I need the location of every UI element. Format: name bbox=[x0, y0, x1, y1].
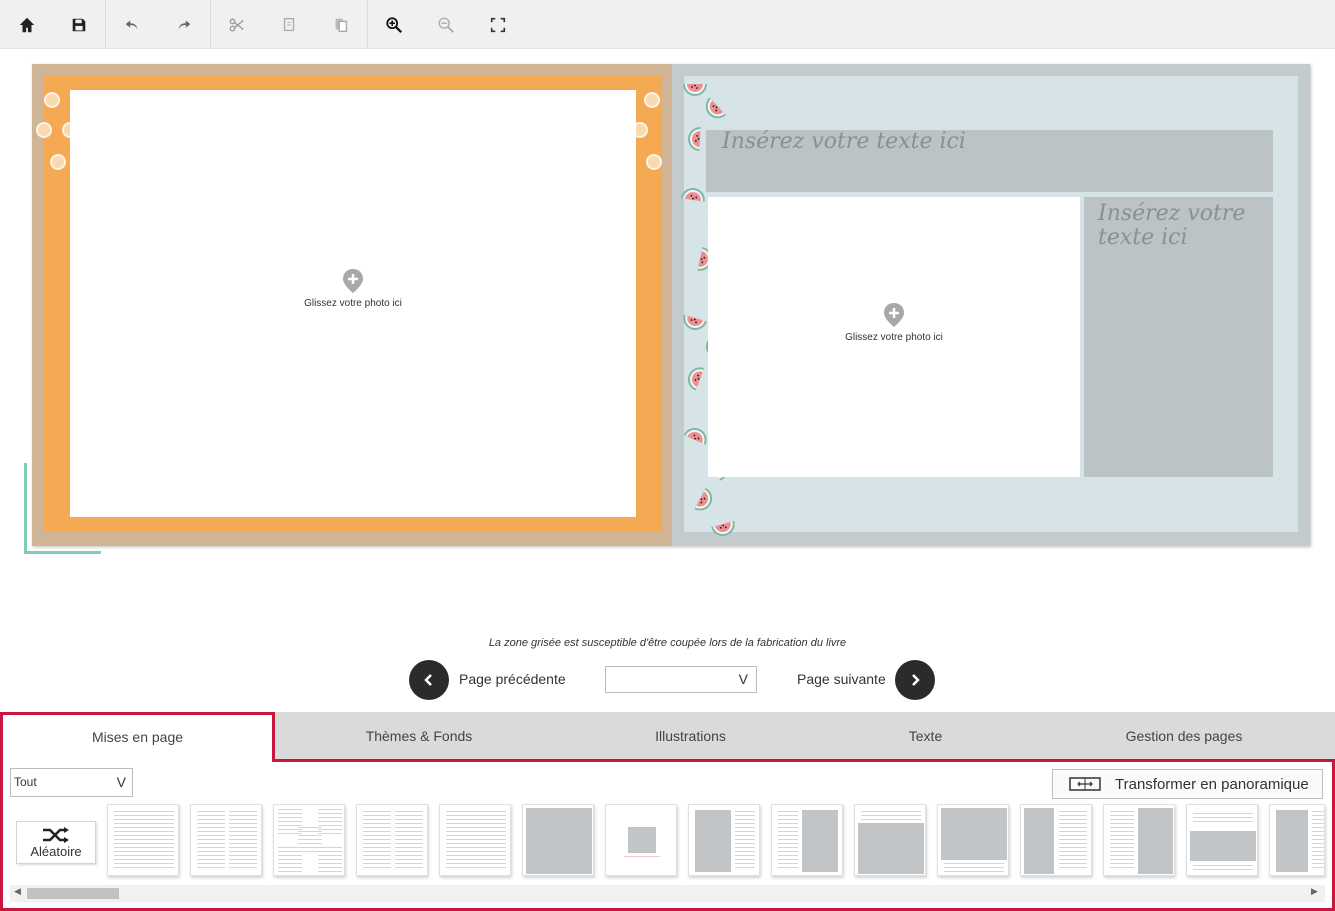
layout-thumbnail[interactable] bbox=[439, 804, 511, 876]
chevron-left-icon bbox=[424, 674, 432, 686]
tab-layouts[interactable]: Mises en page bbox=[0, 712, 275, 759]
layout-thumbnail[interactable] bbox=[1103, 804, 1175, 876]
layout-thumbnail[interactable] bbox=[273, 804, 345, 876]
panorama-button[interactable]: Transformer en panoramique bbox=[1052, 769, 1323, 799]
top-text-zone[interactable]: Insérez votre texte ici bbox=[706, 130, 1273, 192]
side-text-zone[interactable]: Insérez votre texte ici bbox=[1084, 197, 1273, 477]
scroll-left-icon[interactable]: ◀ bbox=[14, 886, 21, 897]
next-page-label[interactable]: Page suivante bbox=[797, 671, 886, 687]
watermelon-decoration bbox=[711, 520, 735, 537]
next-page-button[interactable] bbox=[895, 660, 935, 700]
left-photo-hint-text: Glissez votre photo ici bbox=[304, 298, 402, 309]
watermelon-decoration bbox=[683, 314, 707, 331]
chevron-down-icon: V bbox=[738, 671, 748, 687]
crop-notice: La zone grisée est susceptible d'être co… bbox=[488, 637, 847, 649]
copy-icon bbox=[283, 17, 295, 31]
tab-themes[interactable]: Thèmes & Fonds bbox=[275, 712, 563, 759]
toolbar bbox=[0, 0, 1335, 49]
layout-thumbnail[interactable] bbox=[356, 804, 428, 876]
zoom-in-button[interactable] bbox=[368, 0, 420, 49]
scroll-right-icon[interactable]: ▶ bbox=[1311, 886, 1318, 897]
top-text-placeholder: Insérez votre texte ici bbox=[722, 129, 966, 154]
fullscreen-button[interactable] bbox=[472, 0, 524, 49]
layout-thumbnail[interactable] bbox=[107, 804, 179, 876]
corner-crop-mark bbox=[24, 463, 101, 554]
layout-filter-select[interactable]: Tout V bbox=[10, 768, 133, 797]
redo-icon bbox=[178, 20, 191, 29]
chevron-right-icon bbox=[912, 674, 920, 686]
random-label: Aléatoire bbox=[30, 844, 82, 859]
thumbnail-scrollbar[interactable] bbox=[10, 885, 1325, 902]
undo-icon bbox=[125, 20, 138, 29]
prev-page-label[interactable]: Page précédente bbox=[459, 671, 566, 687]
save-icon bbox=[72, 18, 86, 31]
layout-thumbnail[interactable] bbox=[190, 804, 262, 876]
bubble-decoration bbox=[646, 154, 662, 170]
cut-button[interactable] bbox=[211, 0, 263, 49]
filter-value: Tout bbox=[14, 775, 37, 789]
paste-icon bbox=[335, 18, 348, 32]
bubble-decoration bbox=[644, 92, 660, 108]
layout-thumbnail[interactable] bbox=[854, 804, 926, 876]
bubble-decoration bbox=[36, 122, 52, 138]
prev-page-button[interactable] bbox=[409, 660, 449, 700]
bubble-decoration bbox=[44, 92, 60, 108]
copy-button[interactable] bbox=[263, 0, 315, 49]
add-photo-icon bbox=[343, 269, 363, 293]
home-button[interactable] bbox=[1, 0, 53, 49]
tab-text[interactable]: Texte bbox=[818, 712, 1033, 759]
book-spread: Glissez votre photo ici Insérez votre te… bbox=[32, 64, 1310, 546]
shuffle-icon bbox=[43, 827, 69, 843]
left-photo-frame[interactable]: Glissez votre photo ici bbox=[70, 90, 636, 517]
redo-button[interactable] bbox=[158, 0, 210, 49]
zoom-out-icon bbox=[438, 17, 454, 33]
right-photo-drop-hint: Glissez votre photo ici bbox=[833, 302, 955, 343]
undo-button[interactable] bbox=[106, 0, 158, 49]
left-page[interactable]: Glissez votre photo ici bbox=[32, 64, 672, 546]
random-layout-button[interactable]: Aléatoire bbox=[16, 821, 96, 864]
watermelon-decoration bbox=[680, 188, 705, 202]
layout-thumbnail[interactable] bbox=[605, 804, 677, 876]
layout-thumbnail[interactable] bbox=[1186, 804, 1258, 876]
scrollbar-thumb[interactable] bbox=[27, 888, 119, 899]
bubble-decoration bbox=[50, 154, 66, 170]
watermelon-decoration bbox=[705, 97, 726, 119]
home-icon bbox=[19, 17, 35, 32]
layout-thumbnail[interactable] bbox=[522, 804, 594, 876]
layout-thumbnail[interactable] bbox=[937, 804, 1009, 876]
tab-illustrations[interactable]: Illustrations bbox=[563, 712, 818, 759]
right-photo-hint-text: Glissez votre photo ici bbox=[845, 332, 943, 343]
panorama-icon bbox=[1069, 777, 1101, 791]
right-photo-frame[interactable]: Glissez votre photo ici bbox=[708, 197, 1080, 477]
page-select[interactable]: V bbox=[605, 666, 757, 693]
layout-thumbnail[interactable] bbox=[1269, 804, 1325, 876]
side-text-placeholder: Insérez votre texte ici bbox=[1098, 201, 1246, 250]
add-photo-icon bbox=[884, 303, 904, 327]
paste-button[interactable] bbox=[315, 0, 367, 49]
fullscreen-icon bbox=[490, 17, 506, 32]
watermelon-decoration bbox=[683, 427, 707, 445]
layout-thumbnail[interactable] bbox=[1020, 804, 1092, 876]
left-photo-drop-hint: Glissez votre photo ici bbox=[292, 268, 414, 309]
layout-thumbnail[interactable] bbox=[771, 804, 843, 876]
cut-icon bbox=[229, 17, 244, 32]
chevron-down-icon: V bbox=[116, 774, 126, 790]
layout-thumbnail[interactable] bbox=[688, 804, 760, 876]
zoom-in-icon bbox=[386, 16, 402, 33]
panorama-label: Transformer en panoramique bbox=[1115, 775, 1309, 793]
tab-page-management[interactable]: Gestion des pages bbox=[1033, 712, 1335, 759]
zoom-out-button[interactable] bbox=[420, 0, 472, 49]
save-button[interactable] bbox=[53, 0, 105, 49]
